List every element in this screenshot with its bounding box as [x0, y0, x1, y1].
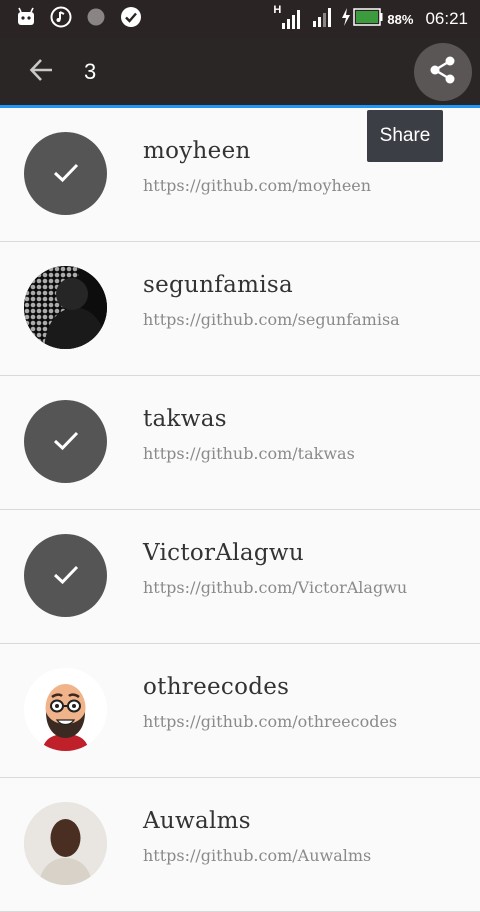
list-item-user[interactable]: takwas https://github.com/takwas — [0, 376, 480, 510]
battery-percent: 88% — [387, 11, 414, 27]
check-icon — [50, 156, 82, 192]
username: segunfamisa — [143, 272, 293, 298]
signal-icon — [311, 6, 333, 33]
dot-icon — [86, 7, 106, 32]
list-item-user[interactable]: Auwalms https://github.com/Auwalms — [0, 778, 480, 912]
username: moyheen — [143, 138, 251, 164]
status-bar-notifications — [16, 6, 156, 33]
list-item-user[interactable]: segunfamisa https://github.com/segunfami… — [0, 242, 480, 376]
profile-url: https://github.com/moyheen — [143, 176, 372, 195]
clock: 06:21 — [425, 9, 468, 28]
username: VictorAlagwu — [143, 540, 305, 566]
status-bar: H 88% 06:21 — [0, 0, 480, 38]
android-icon — [16, 7, 36, 32]
selected-avatar — [24, 400, 107, 483]
status-bar-system: H 88% 06:21 — [273, 4, 468, 33]
share-tooltip: Share — [367, 110, 443, 162]
profile-url: https://github.com/VictorAlagwu — [143, 578, 408, 597]
arrow-back-icon — [28, 56, 56, 88]
selected-count: 3 — [84, 59, 97, 84]
user-list: moyheen https://github.com/moyheen segun… — [0, 108, 480, 912]
profile-url: https://github.com/segunfamisa — [143, 310, 400, 329]
battery-icon — [353, 7, 383, 31]
music-icon — [50, 6, 72, 33]
profile-url: https://github.com/Auwalms — [143, 846, 372, 865]
list-item-user[interactable]: othreecodes https://github.com/othreecod… — [0, 644, 480, 778]
profile-url: https://github.com/othreecodes — [143, 712, 398, 731]
username: othreecodes — [143, 674, 290, 700]
username: Auwalms — [143, 808, 251, 834]
share-icon — [428, 55, 458, 89]
avatar — [24, 802, 107, 885]
check-icon — [50, 558, 82, 594]
back-button[interactable] — [22, 54, 62, 90]
signal-h-icon: H — [273, 4, 301, 30]
selected-avatar — [24, 132, 107, 215]
check-circle-icon — [120, 6, 142, 33]
charging-icon — [341, 7, 351, 31]
app-bar: 3 — [0, 38, 480, 108]
check-icon — [50, 424, 82, 460]
profile-url: https://github.com/takwas — [143, 444, 355, 463]
share-button[interactable] — [414, 43, 472, 101]
avatar — [24, 668, 107, 751]
username: takwas — [143, 406, 227, 432]
avatar — [24, 266, 107, 349]
list-item-user[interactable]: VictorAlagwu https://github.com/VictorAl… — [0, 510, 480, 644]
selected-avatar — [24, 534, 107, 617]
